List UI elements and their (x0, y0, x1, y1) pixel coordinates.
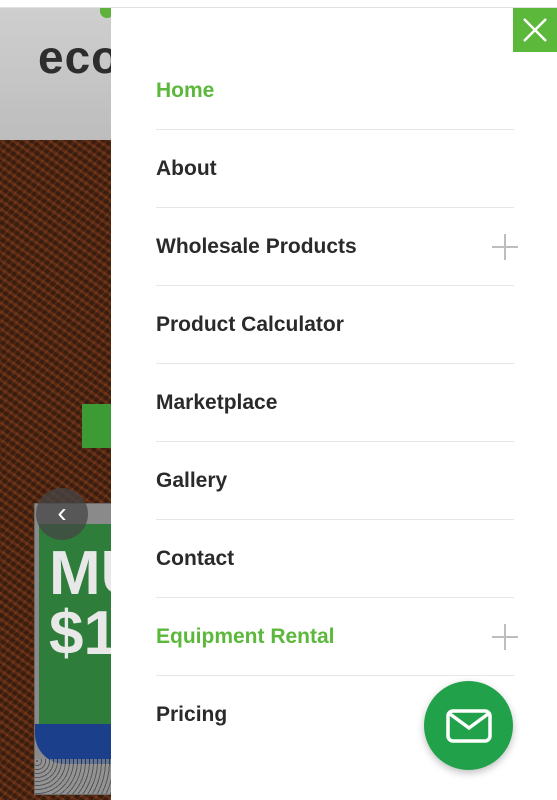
nav-item-equipment-rental[interactable]: Equipment Rental (156, 598, 518, 676)
nav-item-label: Wholesale Products (156, 234, 357, 258)
chevron-left-icon: ‹ (57, 497, 67, 528)
nav-item-marketplace[interactable]: Marketplace (156, 364, 514, 442)
nav-item-about[interactable]: About (156, 130, 514, 208)
nav-item-label: About (156, 156, 217, 180)
nav-item-label: Home (156, 78, 215, 102)
top-divider (0, 0, 557, 8)
contact-mail-button[interactable] (424, 681, 513, 770)
site-logo[interactable]: eco (38, 30, 120, 84)
expand-plus-icon[interactable] (492, 233, 518, 260)
nav-item-label: Equipment Rental (156, 624, 335, 648)
close-icon (523, 18, 547, 42)
nav-item-gallery[interactable]: Gallery (156, 442, 514, 520)
nav-item-label: Marketplace (156, 390, 278, 414)
nav-item-label: Contact (156, 546, 235, 570)
nav-item-wholesale-products[interactable]: Wholesale Products (156, 208, 518, 286)
nav-menu: Home About Wholesale Products Product Calcu… (156, 52, 518, 753)
close-button[interactable] (513, 8, 557, 52)
nav-item-label: Pricing (156, 702, 228, 726)
nav-item-product-calculator[interactable]: Product Calculator (156, 286, 514, 364)
nav-item-contact[interactable]: Contact (156, 520, 514, 598)
expand-plus-icon[interactable] (492, 623, 518, 650)
nav-drawer: Home About Wholesale Products Product Calcu… (111, 8, 557, 800)
nav-item-label: Gallery (156, 468, 228, 492)
carousel-prev-button[interactable]: ‹ (36, 488, 88, 540)
nav-item-home[interactable]: Home (156, 52, 514, 130)
mail-icon (445, 708, 492, 743)
nav-item-label: Product Calculator (156, 312, 344, 336)
